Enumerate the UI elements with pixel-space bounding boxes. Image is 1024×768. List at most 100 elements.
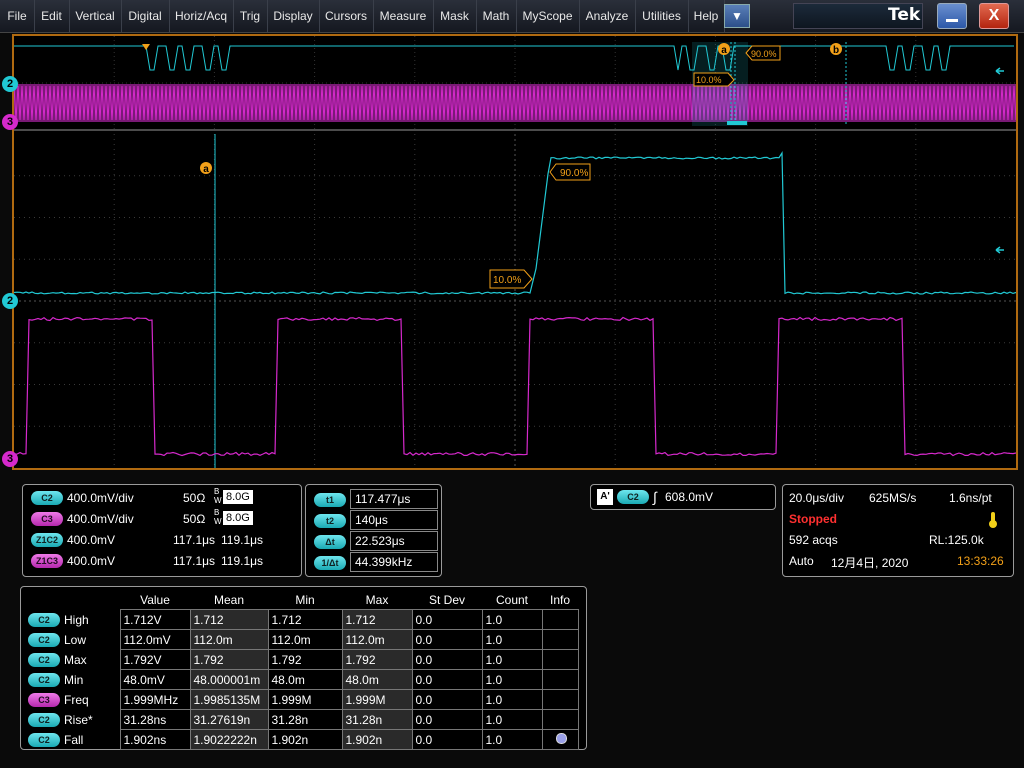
measurement-info[interactable]: [542, 610, 578, 630]
menu-help[interactable]: Help: [688, 0, 725, 32]
cursor-inv-delta-badge[interactable]: 1/Δt: [314, 556, 346, 570]
menu-cursors[interactable]: Cursors: [319, 0, 374, 32]
menu-file[interactable]: File: [0, 0, 35, 32]
zoom1-ch3-position: 117.1μs: [173, 554, 215, 568]
measurement-min: 1.999M: [268, 690, 342, 710]
zoom1-ch2-badge[interactable]: Z1C2: [31, 533, 63, 547]
cursor-delta-badge[interactable]: Δt: [314, 535, 346, 549]
overview-90-label: 90.0%: [751, 49, 777, 59]
menu-digital[interactable]: Digital: [121, 0, 170, 32]
col-count: Count: [482, 590, 542, 610]
measurement-stdev: 0.0: [412, 610, 482, 630]
time: 13:33:26: [957, 554, 1004, 568]
menu-display[interactable]: Display: [267, 0, 320, 32]
measurement-stdev: 0.0: [412, 690, 482, 710]
thermometer-bulb: [989, 520, 997, 528]
measurement-source-badge[interactable]: C2: [28, 713, 60, 727]
menu-analyze[interactable]: Analyze: [579, 0, 636, 32]
measurement-info[interactable]: [542, 730, 578, 750]
ch3-badge[interactable]: C3: [31, 512, 63, 526]
ch2-main-trigger-level-icon: [996, 247, 1004, 253]
measurement-info[interactable]: [542, 670, 578, 690]
measurement-source[interactable]: C2: [22, 730, 60, 750]
minimize-button[interactable]: [937, 3, 967, 29]
menu-utilities[interactable]: Utilities: [635, 0, 689, 32]
measurement-row[interactable]: C2 Min 48.0mV 48.000001m 48.0m 48.0m 0.0 1.0: [22, 670, 578, 690]
ch3-overview-marker[interactable]: 3: [2, 114, 18, 130]
cursor-t2-badge[interactable]: t2: [314, 514, 346, 528]
measurement-min: 1.712: [268, 610, 342, 630]
measurement-source[interactable]: C3: [22, 690, 60, 710]
ch3-main-marker[interactable]: 3: [2, 451, 18, 467]
zoom1-ch3-scale: 400.0mV: [67, 554, 115, 568]
main-90-label: 90.0%: [560, 168, 588, 179]
main-10-label: 10.0%: [493, 275, 521, 286]
measurement-info[interactable]: [542, 630, 578, 650]
ch3-termination: 50Ω: [183, 512, 205, 526]
menu-edit[interactable]: Edit: [34, 0, 70, 32]
measurement-count: 1.0: [482, 710, 542, 730]
measurement-mean: 1.9022222n: [190, 730, 268, 750]
measurement-name: Rise*: [60, 710, 120, 730]
measurement-row[interactable]: C2 Low 112.0mV 112.0m 112.0m 112.0m 0.0 1.0: [22, 630, 578, 650]
measurement-row[interactable]: C2 Fall 1.902ns 1.9022222n 1.902n 1.902n 0.0 1.…: [22, 730, 578, 750]
menu-vertical[interactable]: Vertical: [69, 0, 122, 32]
measurement-source-badge[interactable]: C2: [28, 653, 60, 667]
measurement-value: 48.0mV: [120, 670, 190, 690]
close-button[interactable]: X: [979, 3, 1009, 29]
measurement-source[interactable]: C2: [22, 610, 60, 630]
measurement-source-badge[interactable]: C2: [28, 673, 60, 687]
ch2-main-marker[interactable]: 2: [2, 293, 18, 309]
measurement-source-badge[interactable]: C3: [28, 693, 60, 707]
acquisition-count: 592 acqs: [789, 533, 838, 547]
zoom1-ch3-badge[interactable]: Z1C3: [31, 554, 63, 568]
measurement-source-badge[interactable]: C2: [28, 733, 60, 747]
measurement-name: Freq: [60, 690, 120, 710]
measurement-value: 1.792V: [120, 650, 190, 670]
measurement-mean: 1.792: [190, 650, 268, 670]
measurement-source-badge[interactable]: C2: [28, 633, 60, 647]
measurement-source-badge[interactable]: C2: [28, 613, 60, 627]
measurement-count: 1.0: [482, 650, 542, 670]
menu-trig[interactable]: Trig: [233, 0, 268, 32]
measurement-max: 1.902n: [342, 730, 412, 750]
measurement-source[interactable]: C2: [22, 630, 60, 650]
rising-edge-icon: ∫: [653, 489, 657, 505]
trigger-panel[interactable]: A' C2 ∫ 608.0mV: [590, 484, 776, 510]
measurement-info[interactable]: [542, 710, 578, 730]
ch2-overview-trigger-level-icon: [996, 68, 1004, 74]
measurement-row[interactable]: C2 Max 1.792V 1.792 1.792 1.792 0.0 1.0: [22, 650, 578, 670]
measurement-info[interactable]: [542, 690, 578, 710]
measurement-name: High: [60, 610, 120, 630]
measurement-stdev: 0.0: [412, 710, 482, 730]
menu-myscope[interactable]: MyScope: [516, 0, 580, 32]
trigger-source-badge[interactable]: C2: [617, 490, 649, 504]
ch2-overview-marker[interactable]: 2: [2, 76, 18, 92]
measurement-source[interactable]: C2: [22, 670, 60, 690]
menu-measure[interactable]: Measure: [373, 0, 434, 32]
menu-horiz-acq[interactable]: Horiz/Acq: [169, 0, 234, 32]
ch2-badge[interactable]: C2: [31, 491, 63, 505]
measurement-source[interactable]: C2: [22, 650, 60, 670]
info-icon[interactable]: [556, 733, 567, 744]
cursor-a-main-label: a: [203, 164, 209, 175]
horizontal-acq-panel[interactable]: 20.0μs/div 625MS/s 1.6ns/pt Stopped 592 …: [782, 484, 1014, 577]
ch2-bandwidth: 8.0G: [223, 490, 253, 504]
measurement-row[interactable]: C2 High 1.712V 1.712 1.712 1.712 0.0 1.0: [22, 610, 578, 630]
measurement-name: Fall: [60, 730, 120, 750]
col-value: Value: [120, 590, 190, 610]
measurement-max: 31.28n: [342, 710, 412, 730]
menu-dropdown-button[interactable]: ▼: [724, 4, 750, 28]
cursor-t1-badge[interactable]: t1: [314, 493, 346, 507]
cursor-t2-value: 140μs: [350, 510, 438, 530]
vertical-settings-panel[interactable]: C2 400.0mV/div 50Ω B W 8.0G C3 400.0mV/d…: [22, 484, 302, 577]
measurement-row[interactable]: C2 Rise* 31.28ns 31.27619n 31.28n 31.28n 0.0 1.…: [22, 710, 578, 730]
menu-mask[interactable]: Mask: [433, 0, 477, 32]
menu-math[interactable]: Math: [476, 0, 517, 32]
measurement-row[interactable]: C3 Freq 1.999MHz 1.9985135M 1.999M 1.999M 0.0 1…: [22, 690, 578, 710]
measurement-stdev: 0.0: [412, 630, 482, 650]
measurement-info[interactable]: [542, 650, 578, 670]
measurement-min: 1.792: [268, 650, 342, 670]
zoom1-ch3-position2: 119.1μs: [221, 554, 263, 568]
measurement-source[interactable]: C2: [22, 710, 60, 730]
